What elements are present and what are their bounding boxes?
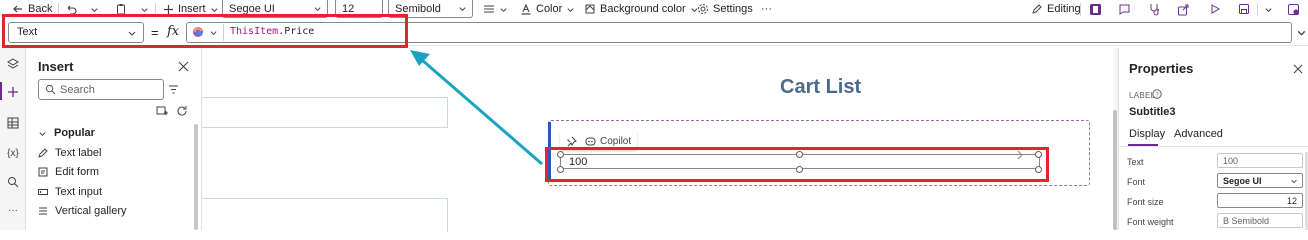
more-options-button[interactable]: ··· (761, 0, 772, 18)
canvas-control[interactable] (202, 198, 448, 232)
chevron-down-icon (1291, 179, 1297, 184)
filter-icon[interactable] (168, 84, 179, 95)
comments-button[interactable] (1118, 0, 1131, 18)
preview-button[interactable] (1209, 0, 1221, 18)
stethoscope-icon (1150, 3, 1159, 15)
insert-item-edit-form[interactable]: Edit form (38, 164, 99, 180)
plus-icon (8, 87, 18, 97)
insert-item-vertical-gallery[interactable]: Vertical gallery (38, 203, 127, 219)
screen-title[interactable]: Cart List (780, 76, 861, 99)
app-checker-button[interactable] (1089, 0, 1102, 18)
app-icon (1090, 3, 1101, 15)
divider (1080, 3, 1081, 16)
divider (1119, 146, 1308, 147)
chevron-down-icon (91, 7, 98, 12)
tab-display[interactable]: Display (1129, 128, 1165, 140)
save-dropdown-button[interactable] (1264, 0, 1273, 18)
save-button[interactable] (1238, 0, 1250, 18)
chevron-down-icon (39, 131, 46, 136)
chevron-down-icon (567, 7, 574, 12)
variables-rail-button[interactable]: {x} (6, 146, 20, 160)
save-icon (1239, 4, 1249, 14)
share-icon (1178, 4, 1189, 15)
play-icon (1211, 4, 1221, 14)
annotation-arrow-icon (410, 50, 543, 166)
font-size-property-input[interactable]: 12 (1217, 193, 1303, 208)
data-rail-button[interactable] (6, 116, 20, 130)
publish-icon (1288, 3, 1299, 15)
vertical-gallery-icon (38, 206, 48, 216)
add-data-icon[interactable] (156, 105, 168, 117)
align-left-icon (484, 5, 494, 13)
color-button[interactable]: Color (520, 0, 575, 18)
active-tab-indicator (1128, 144, 1158, 146)
insert-item-text-input[interactable]: Text input (38, 184, 102, 200)
chevron-down-icon (459, 7, 466, 12)
popular-section-header[interactable]: Popular (38, 127, 95, 139)
chevron-down-icon (210, 7, 218, 12)
search-icon (8, 177, 19, 188)
copilot-icon (585, 137, 596, 145)
gear-icon (698, 4, 708, 14)
chevron-down-icon (141, 7, 148, 12)
divider (1257, 3, 1258, 16)
text-property-label: Text (1127, 157, 1144, 167)
insert-pane-scrollbar[interactable] (194, 124, 198, 230)
background-color-button[interactable]: Background color (584, 0, 699, 18)
insert-pane-title: Insert (38, 59, 74, 74)
more-rail-button[interactable]: ··· (6, 203, 20, 217)
control-name[interactable]: Subtitle3 (1129, 106, 1175, 118)
properties-pane: Properties LABEL ? Subtitle3 Display Adv… (1118, 48, 1308, 230)
edit-form-icon (38, 167, 48, 177)
insert-item-text-label[interactable]: Text label (38, 145, 101, 161)
insert-pane: Insert Search Popular Text label Edit fo… (26, 48, 202, 230)
insert-search-input[interactable]: Search (38, 79, 164, 100)
text-align-button[interactable] (483, 0, 508, 18)
text-property-input[interactable]: 100 (1217, 153, 1303, 168)
publish-button[interactable] (1287, 0, 1300, 18)
font-size-property-label: Font size (1127, 197, 1164, 207)
chevron-down-icon (1265, 7, 1272, 12)
health-check-button[interactable] (1148, 0, 1161, 18)
layers-icon[interactable] (6, 57, 20, 71)
paint-bucket-icon (585, 4, 595, 14)
table-icon (7, 117, 19, 129)
tab-advanced[interactable]: Advanced (1174, 128, 1223, 140)
chevron-down-icon (314, 7, 321, 12)
font-weight-property-select[interactable]: B Semibold (1217, 213, 1303, 228)
expand-formula-chevron-icon[interactable] (1296, 27, 1307, 38)
pencil-icon (1032, 4, 1042, 14)
plus-icon (164, 4, 173, 14)
formula-highlight-box (2, 14, 408, 48)
text-input-icon (38, 187, 48, 197)
font-property-select[interactable]: Segoe UI (1217, 173, 1303, 188)
search-icon (45, 84, 56, 95)
chevron-down-icon (500, 7, 507, 12)
help-icon[interactable]: ? (1152, 89, 1162, 99)
layers-icon (7, 58, 19, 69)
refresh-icon[interactable] (176, 105, 188, 117)
pin-icon[interactable] (566, 136, 577, 147)
font-property-label: Font (1127, 177, 1146, 187)
font-color-icon (521, 3, 531, 15)
close-icon[interactable] (178, 61, 189, 72)
copilot-button[interactable]: Copilot (585, 136, 631, 147)
label-highlight-box (545, 147, 1049, 182)
settings-button[interactable]: Settings (697, 0, 753, 18)
search-rail-button[interactable] (6, 175, 20, 189)
properties-title: Properties (1129, 61, 1194, 76)
left-rail: {x} ··· (0, 48, 26, 230)
text-label-icon (38, 148, 48, 158)
close-icon[interactable] (1293, 64, 1303, 74)
share-button[interactable] (1177, 0, 1190, 18)
editing-mode-button[interactable]: Editing (1031, 0, 1081, 18)
canvas-scrollbar[interactable] (1113, 110, 1117, 230)
font-weight-property-label: Font weight (1127, 217, 1174, 227)
comment-icon (1119, 4, 1130, 15)
active-indicator (0, 82, 2, 100)
insert-rail-button[interactable] (6, 85, 20, 99)
